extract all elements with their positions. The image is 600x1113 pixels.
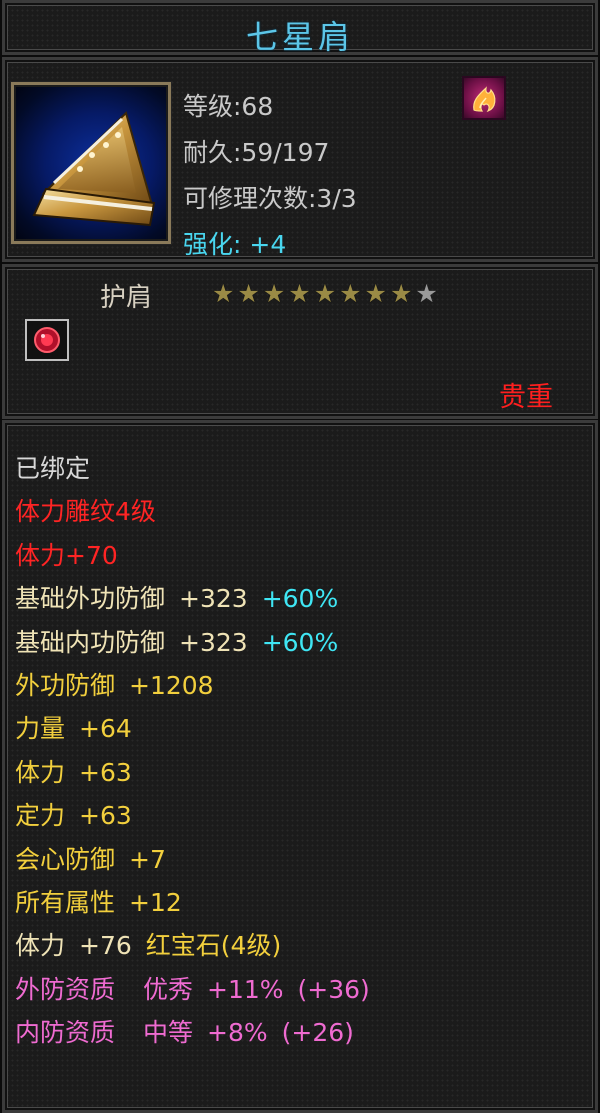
- enhance-label: 强化:: [183, 230, 242, 259]
- base-int-def-line: 基础内功防御 +323 +60%: [15, 621, 370, 664]
- star-filled-icon: ★: [288, 279, 311, 308]
- star-filled-icon: ★: [364, 279, 387, 308]
- shoulder-armor-icon: [11, 82, 171, 244]
- quality-label: 内防资质: [15, 1018, 116, 1048]
- attr-value: +63: [79, 801, 132, 831]
- attr-label: 体力: [15, 931, 66, 961]
- base-ext-def-line: 基础外功防御 +323 +60%: [15, 577, 370, 620]
- ext-quality-line: 外防资质 优秀 +11% (+36): [15, 968, 370, 1011]
- quality-extra: (+26): [281, 1018, 354, 1048]
- quality-label: 外防资质: [15, 974, 116, 1004]
- star-filled-icon: ★: [237, 279, 260, 308]
- all-attr-line: 所有属性 +12: [15, 881, 370, 924]
- item-info: 等级:68 耐久:59/197 可修理次数:3/3 强化: +4: [183, 84, 357, 268]
- attr-percent: +60%: [261, 584, 339, 614]
- ext-def-line: 外功防御 +1208: [15, 664, 370, 707]
- attr-label: 基础内功防御: [15, 627, 166, 657]
- attr-value: +12: [129, 888, 182, 918]
- gem-bonus-line: 体力 +76 红宝石(4级): [15, 924, 370, 967]
- quality-value: +8%: [207, 1018, 268, 1048]
- enhance-text: 强化: +4: [183, 222, 357, 268]
- engrave-bonus-line: 体力+70: [15, 540, 118, 570]
- attr-label: 外功防御: [15, 671, 116, 701]
- attr-value: +63: [79, 757, 132, 787]
- star-rating: ★ ★ ★ ★ ★ ★ ★ ★ ★: [212, 281, 438, 307]
- attr-value: +7: [129, 844, 166, 874]
- star-filled-icon: ★: [339, 279, 362, 308]
- attr-label: 会心防御: [15, 844, 116, 874]
- star-filled-icon: ★: [313, 279, 337, 308]
- quality-value: +11%: [207, 974, 284, 1004]
- attr-label: 体力: [15, 757, 66, 787]
- quality-extra: (+36): [297, 974, 370, 1004]
- attribute-panel: 已绑定 体力雕纹4级 体力+70 基础外功防御 +323 +60% 基础内功防御 +3…: [2, 420, 598, 1113]
- flame-emblem-icon: [462, 76, 506, 120]
- attr-label: 所有属性: [15, 888, 116, 918]
- star-filled-icon: ★: [389, 279, 413, 308]
- repair-count-text: 可修理次数:3/3: [183, 184, 357, 213]
- star-empty-icon: ★: [415, 279, 438, 308]
- quality-grade: 优秀: [143, 974, 194, 1004]
- attr-label: 基础外功防御: [15, 584, 166, 614]
- item-tooltip: 七星肩 等级:68 耐久:59/197 可修理次数:3/3 强化: +4 护肩 …: [0, 0, 600, 1113]
- attr-value: +323: [179, 627, 248, 657]
- engrave-line: 体力雕纹4级: [15, 497, 156, 527]
- attr-percent: +60%: [261, 627, 339, 657]
- int-quality-line: 内防资质 中等 +8% (+26): [15, 1011, 370, 1054]
- item-type: 护肩: [100, 283, 153, 313]
- strength-line: 力量 +64: [15, 707, 370, 750]
- gem-name: 红宝石(4级): [145, 931, 282, 961]
- quality-grade: 中等: [143, 1018, 194, 1048]
- attr-label: 力量: [15, 714, 66, 744]
- item-name: 七星肩: [245, 18, 354, 56]
- stamina-line: 体力 +63: [15, 751, 370, 794]
- attr-value: +323: [179, 584, 248, 614]
- crit-def-line: 会心防御 +7: [15, 838, 370, 881]
- type-panel: 护肩 ★ ★ ★ ★ ★ ★ ★ ★ ★ 贵重: [2, 264, 598, 419]
- focus-line: 定力 +63: [15, 794, 370, 837]
- attr-value: +64: [79, 714, 132, 744]
- bound-status: 已绑定: [15, 454, 91, 483]
- attr-label: 定力: [15, 801, 66, 831]
- durability-text: 耐久:59/197: [183, 138, 330, 167]
- gem-slot[interactable]: [25, 319, 69, 361]
- red-gem-icon: [34, 327, 60, 353]
- attr-value: +76: [79, 931, 132, 961]
- star-filled-icon: ★: [212, 279, 235, 308]
- title-bar: 七星肩: [2, 0, 598, 56]
- attr-value: +1208: [129, 671, 214, 701]
- attribute-list: 已绑定 体力雕纹4级 体力+70 基础外功防御 +323 +60% 基础内功防御 +3…: [15, 447, 370, 1055]
- info-panel: 等级:68 耐久:59/197 可修理次数:3/3 强化: +4: [2, 57, 598, 262]
- rarity-label: 贵重: [499, 382, 553, 413]
- enhance-value: +4: [249, 230, 287, 259]
- level-text: 等级:68: [183, 92, 274, 121]
- star-filled-icon: ★: [262, 279, 286, 308]
